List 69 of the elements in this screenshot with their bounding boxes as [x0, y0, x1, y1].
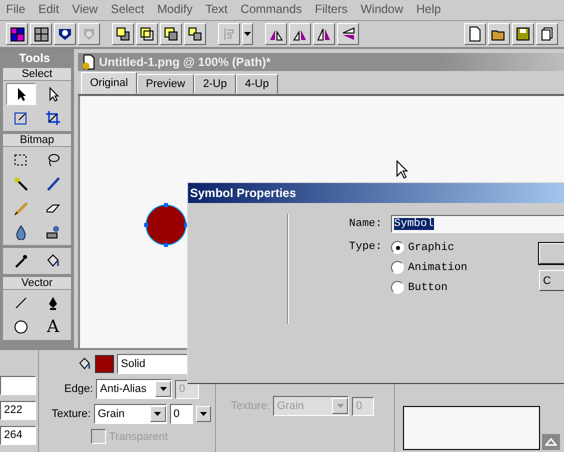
view-tab[interactable]: 2-Up	[194, 74, 236, 94]
type-radio[interactable]: Button	[391, 281, 468, 294]
open-folder-icon[interactable]	[488, 23, 510, 45]
menu-item[interactable]: Filters	[314, 2, 348, 18]
texture-label: Texture:	[50, 408, 91, 420]
menu-item[interactable]: Window	[360, 2, 404, 18]
tools-panel-title: Tools	[18, 51, 52, 65]
caret-icon	[200, 412, 207, 416]
shield-icon[interactable]	[78, 23, 100, 45]
flip-vertical-icon[interactable]	[337, 23, 359, 45]
ungroup-icon[interactable]	[30, 23, 52, 45]
tool-section-label: Select	[3, 68, 71, 81]
type-radio[interactable]: Animation	[391, 261, 468, 274]
caret-icon	[154, 412, 161, 416]
dropdown-button[interactable]	[196, 406, 211, 422]
menu-item[interactable]: Commands	[240, 2, 302, 18]
save-icon[interactable]	[512, 23, 534, 45]
rotate-right-icon[interactable]	[289, 23, 311, 45]
up-triangle-icon	[545, 438, 557, 446]
input-field[interactable]: 264	[0, 426, 36, 445]
group-icon[interactable]	[6, 23, 28, 45]
texture-select[interactable]: Grain	[94, 404, 166, 424]
flip-horizontal-icon[interactable]	[313, 23, 335, 45]
view-tab[interactable]: Original	[81, 72, 137, 94]
paint-bucket-icon	[77, 356, 92, 372]
mask-icon[interactable]	[54, 23, 76, 45]
document-title: Untitled-1.png @ 100% (Path)*	[99, 55, 271, 69]
effects-list[interactable]	[403, 406, 540, 450]
caret-icon	[336, 404, 344, 408]
menu-item[interactable]: File	[6, 2, 26, 18]
align-icon[interactable]	[218, 23, 240, 45]
view-tab[interactable]: Preview	[136, 74, 194, 94]
tool-section-label: Vector	[3, 277, 71, 290]
menu-item[interactable]: Text	[206, 2, 228, 18]
pointer-tool-icon[interactable]	[6, 83, 36, 105]
menu-item[interactable]: Help	[416, 2, 441, 18]
name-field[interactable]: Symbol	[391, 215, 564, 233]
edge-select[interactable]: Anti-Alias	[96, 379, 172, 399]
bring-front-icon[interactable]	[112, 23, 134, 45]
menu-item[interactable]: View	[72, 2, 98, 18]
dropdown-button[interactable]	[242, 23, 253, 45]
dialog-button[interactable]: C	[539, 270, 564, 291]
send-backward-icon[interactable]	[160, 23, 182, 45]
view-tab[interactable]: 4-Up	[236, 74, 278, 94]
dialog-title: Symbol Properties	[188, 183, 564, 203]
circle-shape[interactable]	[144, 203, 188, 247]
tool-section-label: Bitmap	[3, 134, 71, 147]
fill-color-swatch[interactable]	[95, 355, 114, 373]
type-radio[interactable]: Graphic	[391, 241, 468, 254]
text-tool[interactable]: A	[38, 316, 68, 338]
send-back-icon[interactable]	[184, 23, 206, 45]
caret-icon	[244, 32, 251, 36]
expand-button[interactable]	[542, 434, 560, 450]
texture-amount-field[interactable]: 0	[170, 404, 193, 424]
menu-item[interactable]: Select	[110, 2, 144, 18]
document-icon	[81, 54, 95, 70]
name-label: Name:	[349, 218, 384, 230]
caret-icon	[160, 387, 166, 391]
input-field[interactable]: 222	[0, 401, 36, 420]
input-field[interactable]	[0, 376, 36, 395]
new-document-icon[interactable]	[464, 23, 486, 45]
bring-forward-icon[interactable]	[136, 23, 158, 45]
type-label: Type:	[349, 241, 384, 253]
copy-document-icon[interactable]	[536, 23, 558, 45]
edge-label: Edge:	[63, 383, 93, 395]
arrow-cursor-icon	[396, 160, 408, 179]
menu-item[interactable]: Edit	[38, 2, 60, 18]
menu-item[interactable]: Modify	[157, 2, 193, 18]
rotate-left-icon[interactable]	[265, 23, 287, 45]
